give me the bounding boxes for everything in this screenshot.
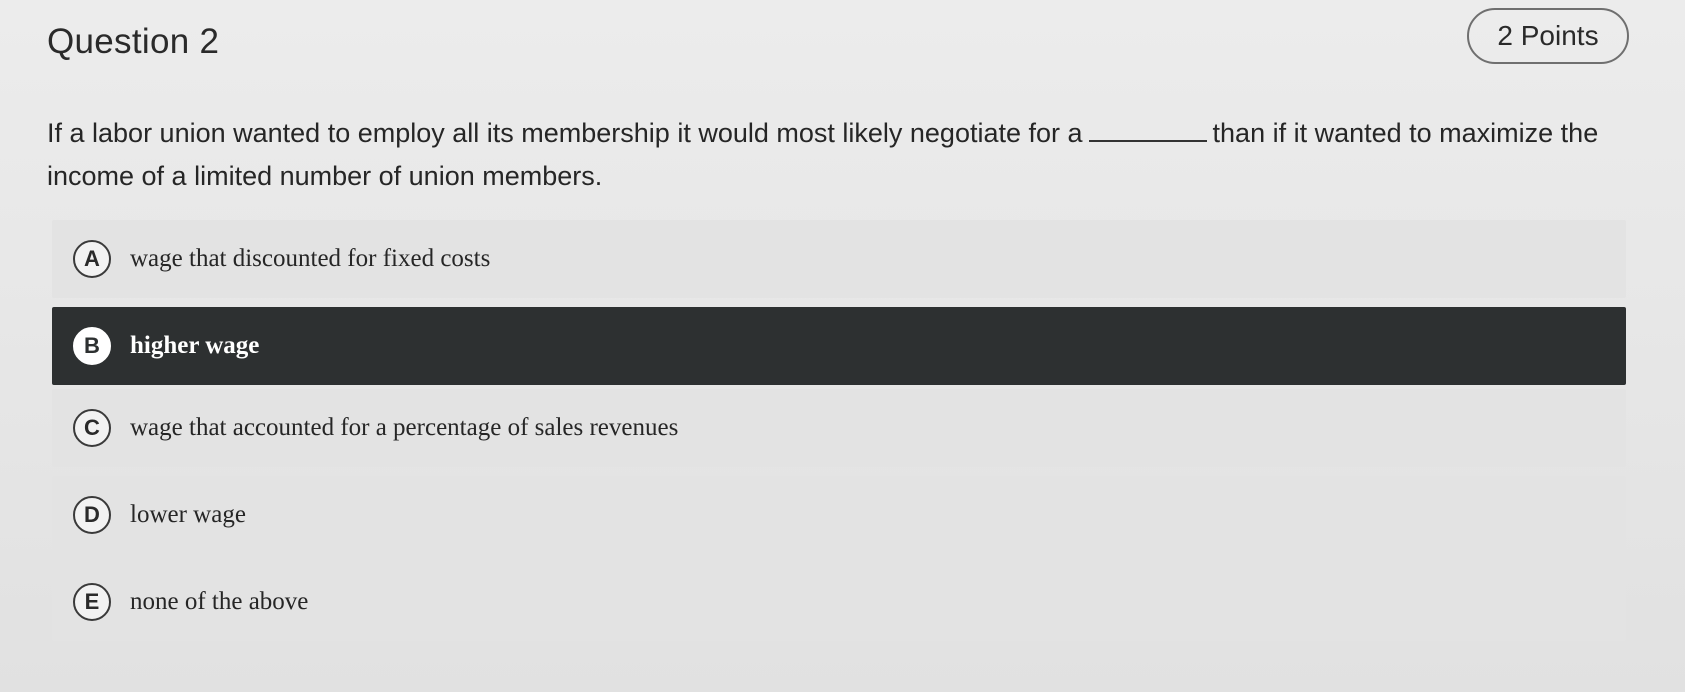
choice-c-text: wage that accounted for a percentage of … [130, 414, 679, 441]
answer-choices: A wage that discounted for fixed costs B… [52, 220, 1626, 650]
choice-b[interactable]: B higher wage [52, 307, 1626, 385]
choice-e-letter: E [73, 583, 111, 621]
choice-a[interactable]: A wage that discounted for fixed costs [52, 220, 1626, 298]
choice-c-letter: C [73, 409, 111, 447]
choice-e[interactable]: E none of the above [52, 563, 1626, 641]
choice-a-letter: A [73, 240, 111, 278]
question-prompt: If a labor union wanted to employ all it… [47, 112, 1647, 198]
answer-blank [1088, 116, 1207, 142]
choice-d-text: lower wage [130, 501, 246, 528]
choice-d[interactable]: D lower wage [52, 476, 1626, 554]
choice-b-text: higher wage [130, 332, 260, 359]
choice-c[interactable]: C wage that accounted for a percentage o… [52, 389, 1626, 467]
prompt-text-before: If a labor union wanted to employ all it… [47, 118, 1083, 148]
choice-b-letter: B [73, 327, 111, 365]
choice-e-text: none of the above [130, 588, 309, 615]
choice-d-letter: D [73, 496, 111, 534]
question-title: Question 2 [47, 22, 220, 61]
quiz-page: Question 2 2 Points If a labor union wan… [0, 0, 1685, 692]
choice-a-text: wage that discounted for fixed costs [130, 245, 491, 272]
points-badge: 2 Points [1467, 8, 1629, 64]
